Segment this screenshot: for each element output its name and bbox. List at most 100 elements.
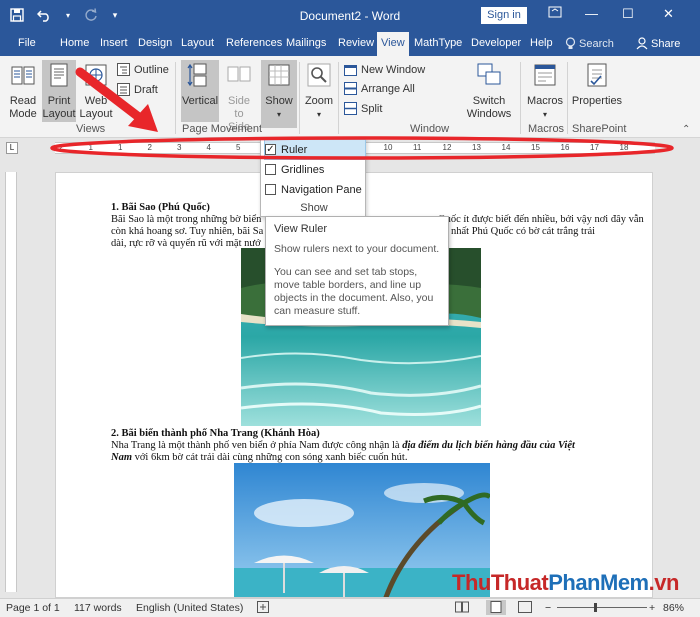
- ruler-number: 12: [442, 143, 452, 152]
- navigation-pane-checkbox-item[interactable]: Navigation Pane: [265, 180, 365, 199]
- page-icon: [50, 63, 68, 87]
- print-layout-view-icon[interactable]: [486, 600, 506, 615]
- navigation-pane-checkbox[interactable]: [265, 184, 276, 195]
- share-button[interactable]: Share: [636, 37, 680, 50]
- paragraph-2-emphasis-a: địa điểm du lịch biển hàng đầu của Việt: [402, 440, 575, 451]
- ribbon-display-options-icon[interactable]: [548, 6, 562, 21]
- gridlines-label: Gridlines: [281, 163, 325, 176]
- macros-label: Macros: [526, 95, 564, 107]
- read-mode-label-1: Read: [9, 95, 37, 107]
- window-group-label: Window: [410, 123, 450, 135]
- zoom-slider-thumb[interactable]: [594, 603, 597, 612]
- outline-button[interactable]: Outline: [117, 63, 169, 76]
- page-movement-group-label: Page Movement: [182, 123, 263, 135]
- zoom-slider[interactable]: [557, 607, 647, 608]
- word-count[interactable]: 117 words: [74, 602, 122, 614]
- paragraph-1-line-1a: Bãi Sao là một trong những bờ biển: [111, 214, 262, 225]
- properties-label: Properties: [571, 95, 623, 107]
- tab-references[interactable]: References: [226, 37, 282, 49]
- tab-selector[interactable]: L: [6, 142, 18, 154]
- ruler-number: 3: [177, 143, 182, 152]
- group-separator: [175, 62, 176, 134]
- language-status[interactable]: English (United States): [136, 602, 243, 614]
- split-button[interactable]: Split: [344, 102, 382, 115]
- ruler-number: 14: [501, 143, 511, 152]
- tab-mathtype[interactable]: MathType: [414, 37, 462, 49]
- paragraph-2-line-1: Nha Trang là một thành phố ven biển ở ph…: [111, 440, 611, 452]
- split-label: Split: [361, 102, 383, 115]
- ruler-checkbox[interactable]: ✓: [265, 144, 276, 155]
- paragraph-1-line-3: dài, rực rỡ và quyến rũ với mặt nướ: [111, 238, 261, 249]
- maximize-icon[interactable]: ☐: [622, 6, 634, 22]
- macros-button[interactable]: Macros ▾: [525, 62, 565, 121]
- book-icon: [11, 66, 35, 85]
- paragraph-2-text-b: với 6km bờ cát trải dài cùng những con s…: [132, 452, 408, 463]
- zoom-level[interactable]: 86%: [663, 602, 684, 614]
- ruler-checkbox-item[interactable]: ✓ Ruler: [264, 139, 366, 160]
- watermark-logo: ThuThuatPhanMem.vn: [452, 570, 679, 596]
- print-layout-label-2: Layout: [42, 108, 76, 120]
- ruler-number: 18: [619, 143, 629, 152]
- tooltip-summary: Show rulers next to your document.: [274, 243, 440, 255]
- print-layout-button[interactable]: Print Layout: [42, 62, 76, 121]
- read-mode-button[interactable]: Read Mode: [6, 62, 40, 121]
- group-separator: [520, 62, 521, 134]
- tab-mailings[interactable]: Mailings: [286, 37, 326, 49]
- tab-design[interactable]: Design: [138, 37, 172, 49]
- ruler-number: 13: [472, 143, 481, 152]
- zoom-out-button[interactable]: −: [545, 602, 551, 614]
- tab-insert[interactable]: Insert: [100, 37, 128, 49]
- show-dropdown-menu: ✓ Ruler Gridlines Navigation Pane Show: [260, 137, 366, 217]
- ruler-label: Ruler: [281, 143, 308, 156]
- tooltip-description: You can see and set tab stops, move tabl…: [274, 266, 434, 317]
- macros-icon: [534, 64, 556, 86]
- tell-me-search[interactable]: Search: [565, 37, 614, 50]
- view-ruler-tooltip: View Ruler Show rulers next to your docu…: [265, 216, 449, 326]
- ruler-number: 17: [590, 143, 599, 152]
- vertical-button[interactable]: Vertical: [181, 62, 219, 108]
- share-label: Share: [651, 37, 681, 50]
- show-button[interactable]: Show ▾: [261, 62, 297, 121]
- sign-in-button[interactable]: Sign in: [481, 7, 527, 24]
- web-layout-button[interactable]: Web Layout: [79, 62, 113, 121]
- web-layout-label-2: Layout: [79, 108, 113, 120]
- read-mode-view-icon[interactable]: [455, 601, 469, 616]
- switch-windows-button[interactable]: Switch Windows: [466, 62, 512, 121]
- zoom-button[interactable]: Zoom ▾: [303, 62, 335, 121]
- ruler-number: 10: [383, 143, 393, 152]
- zoom-label: Zoom: [304, 95, 334, 107]
- paragraph-2-emphasis-b: Nam: [111, 452, 132, 463]
- close-icon[interactable]: ✕: [663, 6, 674, 22]
- tab-home[interactable]: Home: [60, 37, 89, 49]
- globe-page-icon: [85, 64, 107, 86]
- arrange-all-button[interactable]: Arrange All: [344, 82, 415, 95]
- ribbon-tabs: File Home Insert Design Layout Reference…: [0, 32, 700, 56]
- status-bar: Page 1 of 1 117 words English (United St…: [0, 598, 700, 617]
- draft-button[interactable]: Draft: [117, 83, 158, 96]
- tab-developer[interactable]: Developer: [471, 37, 521, 49]
- zoom-in-button[interactable]: +: [649, 602, 655, 614]
- heading-2: 2. Bãi biển thành phố Nha Trang (Khánh H…: [111, 428, 320, 439]
- magnifier-icon: [307, 63, 331, 87]
- gridlines-checkbox[interactable]: [265, 164, 276, 175]
- tab-view[interactable]: View: [377, 32, 409, 56]
- navigation-pane-label: Navigation Pane: [281, 183, 362, 196]
- new-window-button[interactable]: New Window: [344, 63, 425, 76]
- tab-help[interactable]: Help: [530, 37, 553, 49]
- accessibility-icon[interactable]: [257, 601, 269, 616]
- paragraph-1-line-2b: nhất Phú Quốc có bờ cát trắng trải: [451, 226, 596, 237]
- properties-button[interactable]: Properties: [570, 62, 624, 108]
- tab-file[interactable]: File: [18, 37, 36, 49]
- collapse-ribbon-icon[interactable]: ⌃: [682, 124, 690, 135]
- vertical-ruler[interactable]: [5, 172, 17, 592]
- tab-layout[interactable]: Layout: [181, 37, 214, 49]
- web-layout-view-icon[interactable]: [518, 601, 532, 616]
- draft-icon: [117, 83, 130, 96]
- minimize-icon[interactable]: —: [585, 6, 598, 21]
- gridlines-checkbox-item[interactable]: Gridlines: [265, 160, 365, 179]
- tab-review[interactable]: Review: [338, 37, 374, 49]
- print-layout-label-1: Print: [47, 95, 71, 107]
- tooltip-title: View Ruler: [274, 223, 327, 235]
- page-count[interactable]: Page 1 of 1: [6, 602, 60, 614]
- switch-windows-label-1: Switch: [472, 95, 506, 107]
